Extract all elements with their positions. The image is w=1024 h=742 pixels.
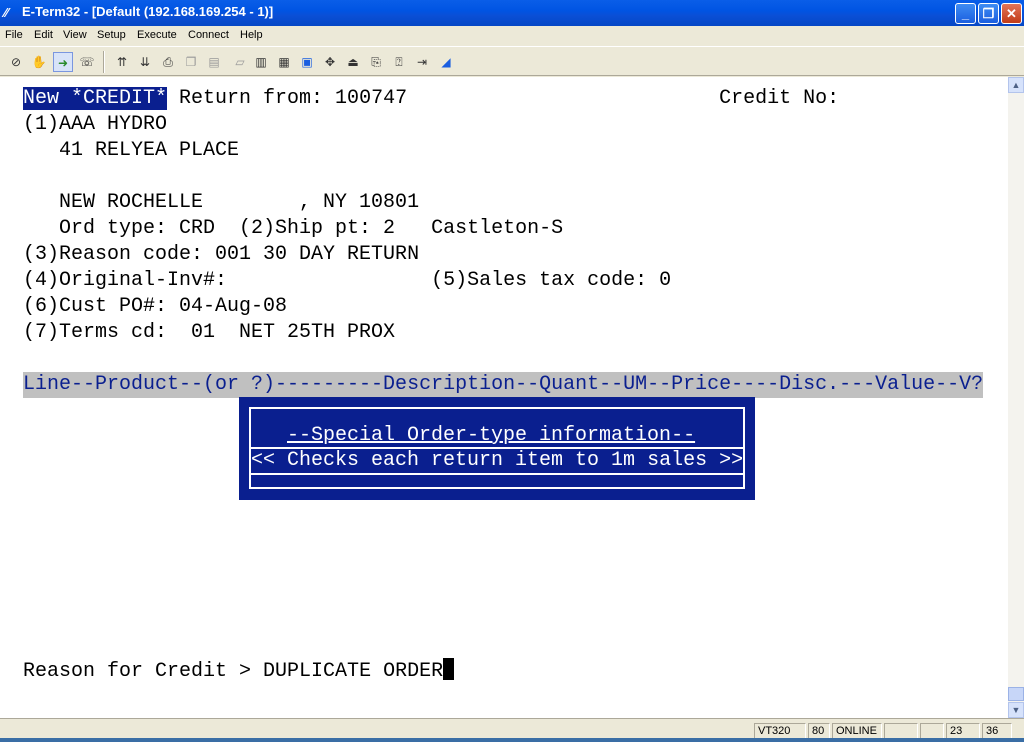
credit-mode-label: New *CREDIT* — [23, 87, 168, 110]
cust-po-line: (6)Cust PO#: 04-Aug-08 — [23, 295, 288, 318]
title-bar: ⁄⁄ E-Term32 - [Default (192.168.169.254 … — [0, 0, 1024, 26]
status-col: 36 — [982, 723, 1012, 739]
paste-icon[interactable]: ▤ — [204, 52, 224, 72]
status-blank-1 — [884, 723, 918, 739]
vertical-scrollbar[interactable]: ▲ ▼ — [1008, 77, 1024, 718]
taskbar-strip — [0, 738, 1024, 742]
text-cursor — [443, 658, 455, 680]
eterm-app-icon[interactable]: ⁄⁄ — [4, 5, 20, 21]
column-header: Line--Product--(or ?)---------Descriptio… — [23, 373, 984, 396]
columns-80-icon[interactable]: ▥ — [251, 52, 271, 72]
exit-icon[interactable]: ⇥ — [412, 52, 432, 72]
return-from-text: Return from: 100747 Credit No: — [167, 87, 840, 110]
scroll-thumb[interactable] — [1008, 687, 1024, 701]
clear-icon[interactable]: ▱ — [230, 52, 250, 72]
scroll-up-button[interactable]: ▲ — [1008, 77, 1024, 93]
window-title: E-Term32 - [Default (192.168.169.254 - 1… — [22, 4, 274, 19]
toolbar-separator — [103, 51, 105, 73]
menu-setup[interactable]: Setup — [97, 29, 126, 41]
menu-edit[interactable]: Edit — [34, 29, 53, 41]
menu-view[interactable]: View — [63, 29, 87, 41]
minimize-button[interactable]: _ — [955, 3, 976, 24]
restore-button[interactable]: ❐ — [978, 3, 999, 24]
move-icon[interactable]: ✥ — [320, 52, 340, 72]
reason-code-line: (3)Reason code: 001 30 DAY RETURN — [23, 243, 420, 266]
city-state-zip-line: NEW ROCHELLE , NY 10801 — [23, 191, 420, 214]
customer-name-line: (1)AAA HYDRO — [23, 113, 168, 136]
status-row: 23 — [946, 723, 980, 739]
status-emulation: VT320 — [754, 723, 806, 739]
reason-prompt-label: Reason for Credit > — [23, 660, 264, 683]
menu-file[interactable]: File — [5, 29, 23, 41]
status-columns: 80 — [808, 723, 830, 739]
menu-bar: File Edit View Setup Execute Connect Hel… — [0, 26, 1024, 46]
upload-icon[interactable]: ⇈ — [112, 52, 132, 72]
settings-icon[interactable]: ◢ — [436, 52, 456, 72]
toolbar: ⊘ ✋ ➜ ☏ ⇈ ⇊ ⎙ ❐ ▤ ▱ ▥ ▦ ▣ ✥ ⏏ ⎘ ⍰ ⇥ ◢ — [0, 46, 1024, 76]
reason-prompt-line[interactable]: Reason for Credit > DUPLICATE ORDER — [23, 658, 455, 685]
menu-connect[interactable]: Connect — [188, 29, 229, 41]
columns-132-icon[interactable]: ▦ — [274, 52, 294, 72]
status-blank-2 — [920, 723, 944, 739]
reason-prompt-input[interactable]: DUPLICATE ORDER — [263, 660, 443, 683]
order-type-line: Ord type: CRD (2)Ship pt: 2 Castleton-S — [23, 217, 564, 240]
special-order-popup: --Special Order-type information-- << Ch… — [239, 397, 755, 500]
download-icon[interactable]: ⇊ — [135, 52, 155, 72]
copy-icon[interactable]: ❐ — [181, 52, 201, 72]
popup-message: << Checks each return item to 1m sales >… — [251, 447, 743, 475]
original-invoice-line: (4)Original-Inv#: (5)Sales tax code: 0 — [23, 269, 672, 292]
connect-icon[interactable]: ➜ — [53, 52, 73, 72]
close-button[interactable]: ✕ — [1001, 3, 1022, 24]
status-online: ONLINE — [832, 723, 882, 739]
macro-icon[interactable]: ⍰ — [389, 52, 409, 72]
address-line-1: 41 RELYEA PLACE — [23, 139, 240, 162]
phone-icon[interactable]: ☏ — [77, 52, 97, 72]
screen-132-icon[interactable]: ▣ — [297, 52, 317, 72]
menu-execute[interactable]: Execute — [137, 29, 177, 41]
print-icon[interactable]: ⎙ — [158, 52, 178, 72]
disconnect-icon[interactable]: ⊘ — [6, 52, 26, 72]
popup-frame: --Special Order-type information-- << Ch… — [249, 407, 745, 489]
scroll-down-button[interactable]: ▼ — [1008, 702, 1024, 718]
terminal-line-1: New *CREDIT* Return from: 100747 Credit … — [23, 86, 839, 112]
popup-title: --Special Order-type information-- — [287, 424, 696, 447]
hand-icon[interactable]: ✋ — [29, 52, 49, 72]
capture-icon[interactable]: ⎘ — [366, 52, 386, 72]
terminal-screen[interactable]: New *CREDIT* Return from: 100747 Credit … — [0, 77, 1008, 718]
menu-help[interactable]: Help — [240, 29, 263, 41]
transfer-icon[interactable]: ⏏ — [343, 52, 363, 72]
terms-line: (7)Terms cd: 01 NET 25TH PROX — [23, 321, 396, 344]
